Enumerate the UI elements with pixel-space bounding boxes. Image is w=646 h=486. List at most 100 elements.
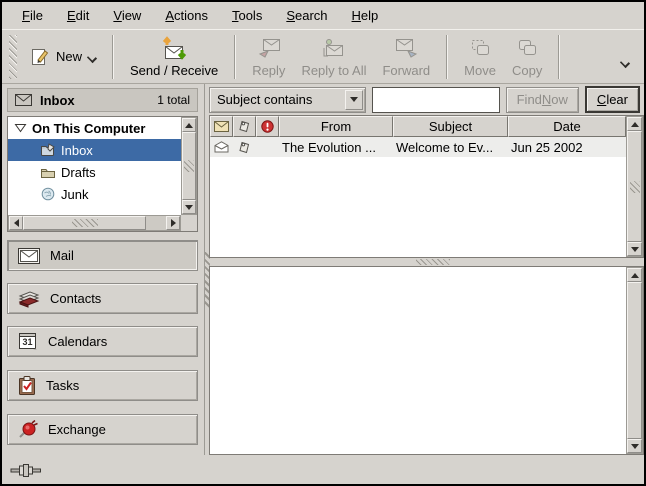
scroll-up-button[interactable] (627, 117, 642, 131)
column-from[interactable]: From (279, 116, 393, 137)
folder-tree: On This Computer Inbox Drafts (7, 116, 198, 232)
preview-splitter[interactable] (205, 258, 644, 266)
send-receive-icon (160, 36, 188, 60)
message-read-status (210, 141, 233, 153)
move-button-label: Move (464, 63, 496, 78)
search-filter-dropdown[interactable]: Subject contains (209, 87, 366, 113)
menu-tools[interactable]: Tools (220, 4, 274, 27)
message-date: Jun 25 2002 (508, 140, 626, 155)
toolbar-separator (558, 35, 560, 79)
scrollbar-thumb[interactable] (182, 132, 196, 200)
clear-button[interactable]: Clear (585, 86, 640, 113)
toolbar-grip[interactable] (9, 35, 17, 79)
scrollbar-thumb[interactable] (627, 131, 642, 242)
message-subject: Welcome to Ev... (393, 140, 508, 155)
message-list-inner: From Subject Date (210, 116, 626, 257)
scroll-left-button[interactable] (9, 216, 23, 230)
menu-view[interactable]: View (101, 4, 153, 27)
scroll-right-button[interactable] (166, 216, 180, 230)
new-button[interactable]: New (22, 41, 104, 73)
new-message-icon (30, 47, 50, 67)
attachment-icon (238, 120, 251, 133)
reply-to-all-button[interactable]: Reply to All (293, 34, 374, 80)
copy-button[interactable]: Copy (504, 34, 550, 80)
preview-scrollbar[interactable] (626, 267, 643, 454)
shortcut-label: Contacts (50, 291, 101, 306)
toolbar-overflow-button[interactable] (611, 48, 639, 71)
junk-icon (40, 187, 56, 201)
message-row[interactable]: The Evolution ... Welcome to Ev... Jun 2… (210, 137, 626, 157)
column-attachment[interactable] (233, 116, 256, 137)
shortcut-contacts-button[interactable]: Contacts (7, 283, 198, 314)
toolbar: New Send / Receive Reply (2, 29, 644, 84)
column-date-label: Date (553, 119, 580, 134)
combo-arrow-button[interactable] (345, 90, 363, 110)
menu-search[interactable]: Search (274, 4, 339, 27)
find-now-button[interactable]: Find Now (506, 87, 579, 113)
tree-item-junk[interactable]: Junk (8, 183, 181, 205)
shortcut-tasks-button[interactable]: Tasks (7, 370, 198, 401)
open-envelope-icon (214, 141, 229, 153)
scrollbar-thumb[interactable] (23, 216, 146, 230)
tree-item-drafts[interactable]: Drafts (8, 161, 181, 183)
tree-item-on-this-computer[interactable]: On This Computer (8, 117, 181, 139)
shortcut-label: Calendars (48, 334, 107, 349)
new-button-label: New (56, 49, 82, 64)
message-from: The Evolution ... (279, 140, 393, 155)
folder-tree-vertical-scrollbar[interactable] (181, 117, 197, 215)
calendars-icon: 31 (18, 332, 38, 351)
importance-icon (261, 120, 274, 133)
toolbar-separator (446, 35, 448, 79)
menubar: File Edit View Actions Tools Search Help (2, 2, 644, 29)
tree-item-label: On This Computer (32, 121, 145, 136)
scroll-down-button[interactable] (627, 242, 642, 256)
send-receive-button[interactable]: Send / Receive (122, 34, 226, 80)
column-importance[interactable] (256, 116, 279, 137)
online-status-plug-icon[interactable] (10, 463, 42, 477)
forward-button[interactable]: Forward (374, 34, 438, 80)
send-receive-label: Send / Receive (130, 63, 218, 78)
message-status-icon (214, 121, 229, 132)
scrollbar-thumb[interactable] (627, 282, 642, 439)
chevron-down-icon (88, 53, 96, 61)
message-list-scrollbar[interactable] (626, 116, 643, 257)
menu-help[interactable]: Help (340, 4, 391, 27)
evolution-window: File Edit View Actions Tools Search Help… (0, 0, 646, 486)
column-subject[interactable]: Subject (393, 116, 508, 137)
scroll-down-button[interactable] (627, 439, 642, 453)
shortcut-label: Tasks (46, 378, 79, 393)
exchange-icon (18, 420, 38, 440)
column-from-label: From (321, 119, 351, 134)
scroll-down-button[interactable] (182, 200, 196, 214)
shortcut-calendars-button[interactable]: 31 Calendars (7, 326, 198, 357)
shortcut-mail-button[interactable]: Mail (7, 240, 198, 271)
reply-to-all-icon (321, 36, 347, 60)
column-status[interactable] (210, 116, 233, 137)
status-bar (2, 455, 644, 484)
envelope-icon (15, 94, 32, 106)
toolbar-separator (234, 35, 236, 79)
preview-content (210, 267, 626, 454)
search-filter-value: Subject contains (217, 92, 312, 107)
menu-actions[interactable]: Actions (153, 4, 220, 27)
scroll-up-button[interactable] (182, 118, 196, 132)
message-count: 1 total (157, 93, 190, 107)
message-list: From Subject Date (209, 115, 644, 258)
folder-icon (40, 166, 56, 179)
search-input[interactable] (372, 87, 500, 113)
menu-file[interactable]: File (10, 4, 55, 27)
message-attachment-flag (233, 141, 256, 154)
shortcut-exchange-button[interactable]: Exchange (7, 414, 198, 445)
move-button[interactable]: Move (456, 34, 504, 80)
left-panel: Inbox 1 total On This Computer In (2, 84, 204, 455)
column-subject-label: Subject (429, 119, 472, 134)
forward-icon (393, 36, 419, 60)
scroll-up-button[interactable] (627, 268, 642, 282)
tree-item-inbox[interactable]: Inbox (8, 139, 181, 161)
reply-button[interactable]: Reply (244, 34, 293, 80)
menu-edit[interactable]: Edit (55, 4, 101, 27)
splitter-grip[interactable] (416, 259, 450, 265)
folder-tree-horizontal-scrollbar[interactable] (8, 215, 181, 231)
search-bar: Subject contains Find Now Clear (205, 84, 644, 115)
column-date[interactable]: Date (508, 116, 626, 137)
